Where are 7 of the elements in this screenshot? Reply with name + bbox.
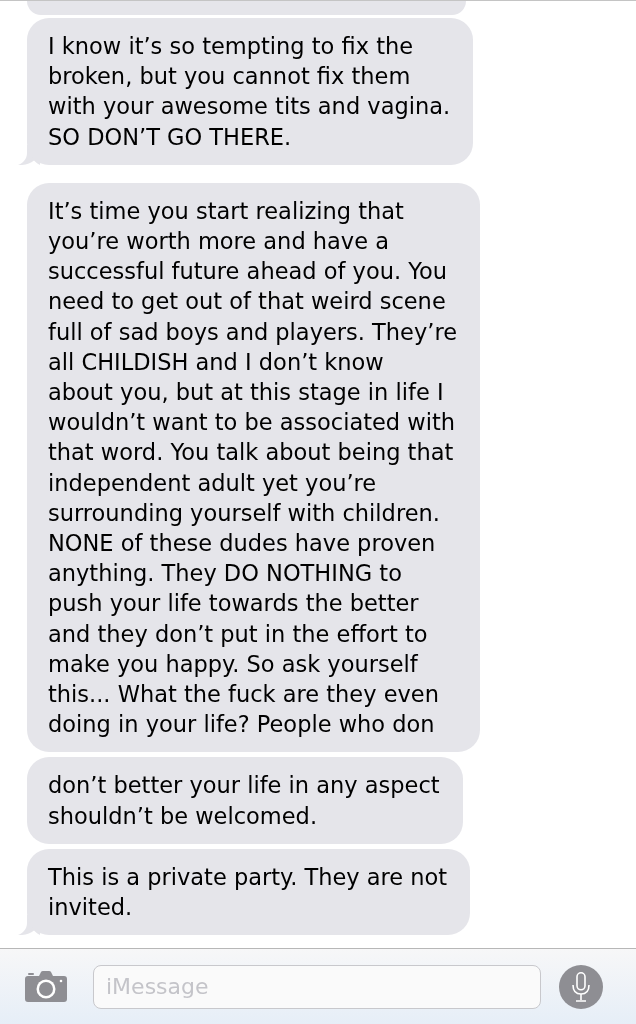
message-bubble: It’s time you start realizing that you’re worth more and have a successful future ahead of you. You need to get out of that weird scene full of sad boys and players. They’re all CHILDISH and I don’t know about you, but at this stage in life I wouldn’t want to be associated with that word. You talk about being that independent adult yet you’re surrounding yourself with children. NONE of these dudes have proven anything. They DO NOTHING to push your life towards the better and they don’t put in the effort to make you happy. So ask yourself this... What the fuck are they even doing in your life? People who don [27,182,480,753]
message-bubble: I know it’s so tempting to fix the broken, but you cannot fix them with your awesome tits and vagina. SO DON’T GO THERE. [27,18,474,165]
camera-icon[interactable] [25,971,67,1002]
microphone-icon [571,971,591,1002]
microphone-button[interactable] [559,964,603,1009]
message-bubble: This is a private party. They are not invited. [27,848,471,936]
message-bubble: don’t better your life in any aspect shouldn’t be welcomed. [27,757,463,844]
